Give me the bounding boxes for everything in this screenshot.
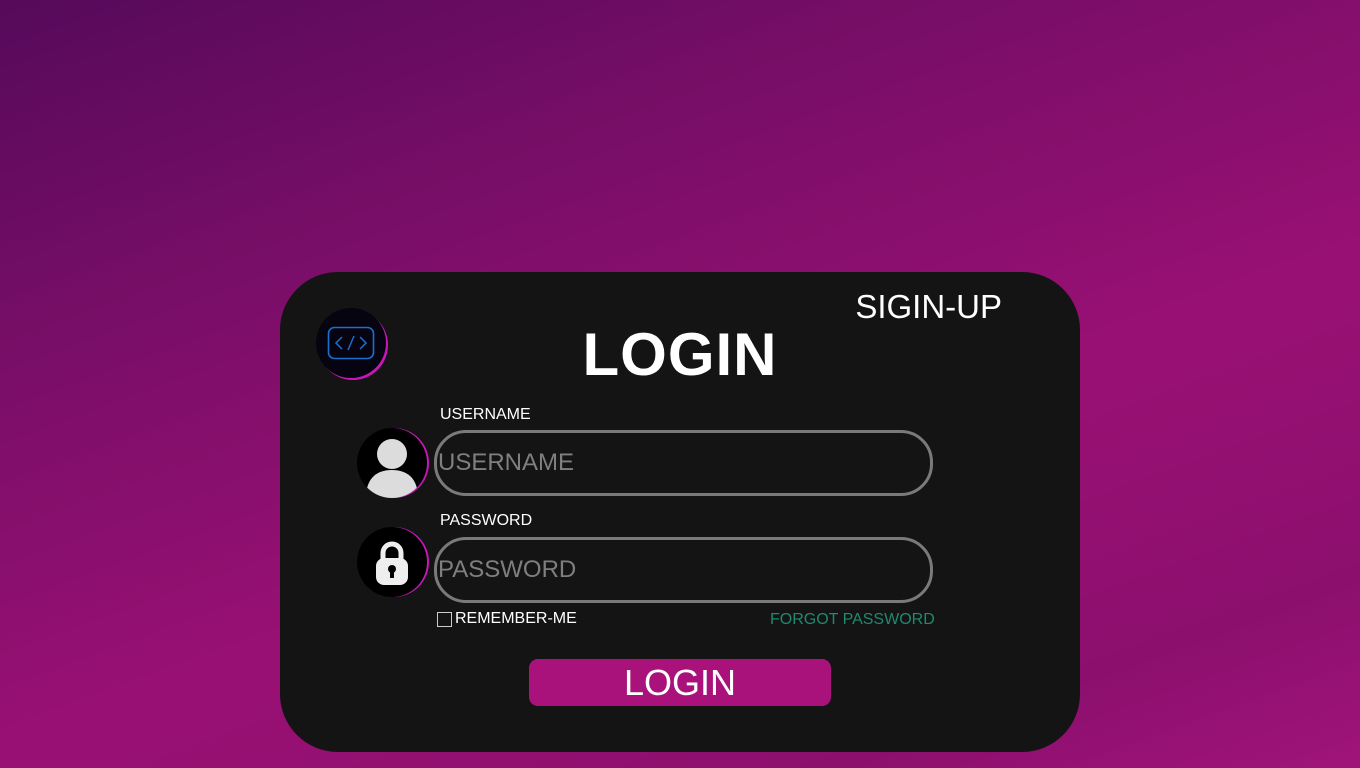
username-input[interactable]: [434, 430, 933, 496]
remember-me: REMEMBER-ME: [437, 610, 577, 628]
lock-icon: [376, 541, 408, 585]
login-card: SIGIN-UP LOGIN USERNAME PASSWORD REMEMBE…: [280, 272, 1080, 752]
page-title: LOGIN: [582, 321, 778, 388]
password-label: PASSWORD: [440, 512, 533, 529]
username-label: USERNAME: [440, 406, 531, 423]
forgot-password-link[interactable]: FORGOT PASSWORD: [770, 611, 935, 629]
user-icon: [366, 439, 418, 498]
lock-avatar: [357, 527, 427, 597]
login-button[interactable]: LOGIN: [529, 659, 831, 706]
user-avatar: [357, 428, 427, 498]
password-input[interactable]: [434, 537, 933, 603]
remember-me-checkbox[interactable]: [437, 611, 452, 627]
remember-me-label: REMEMBER-ME: [455, 610, 577, 627]
